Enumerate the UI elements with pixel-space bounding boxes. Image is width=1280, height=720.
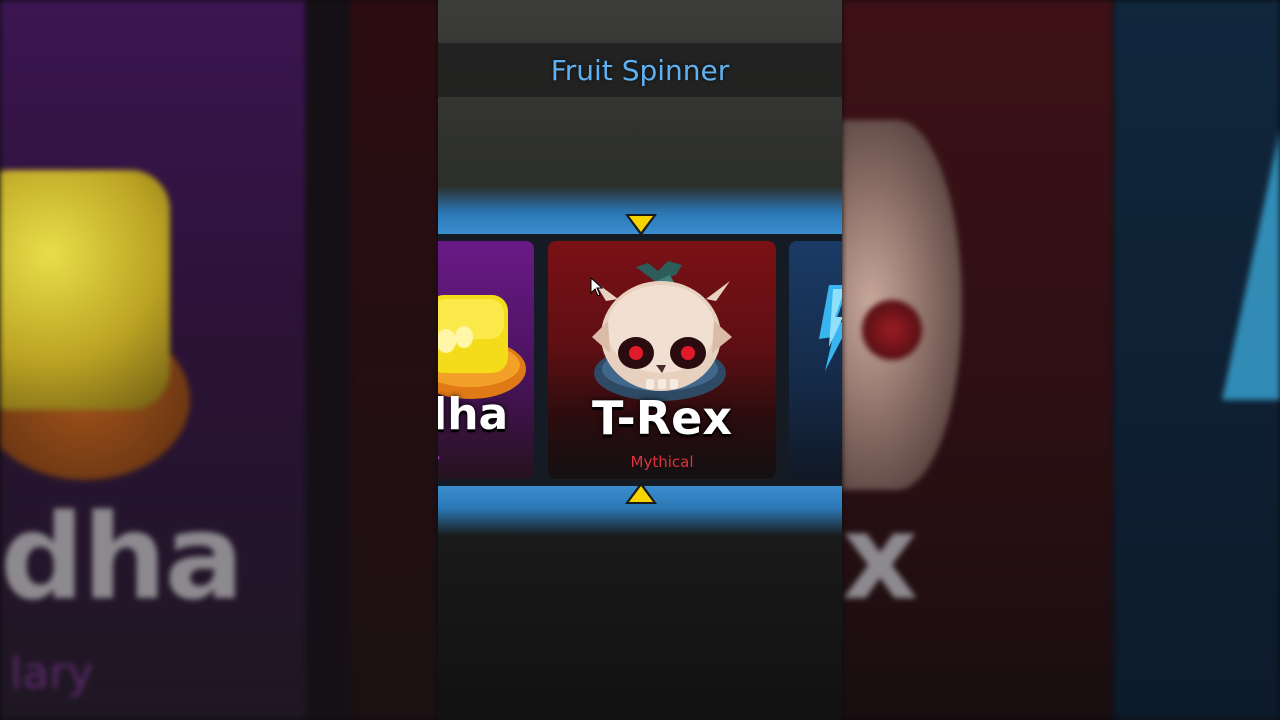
trex-fruit-icon bbox=[592, 261, 732, 401]
background-left: dha lary bbox=[0, 0, 438, 720]
bg-card-red bbox=[350, 0, 438, 720]
buddha-fruit-icon bbox=[438, 295, 526, 399]
bg-fruit-yellow bbox=[0, 170, 170, 410]
fruit-name-left: dha bbox=[438, 389, 509, 440]
title-bar: Fruit Spinner bbox=[438, 43, 842, 97]
fruit-name-selected: T-Rex bbox=[592, 391, 732, 445]
spinner-title: Fruit Spinner bbox=[550, 53, 730, 87]
bg-skull-eye bbox=[862, 300, 922, 360]
bg-fruit-name: dha bbox=[0, 488, 244, 626]
bg-fruit-rarity: lary bbox=[10, 648, 94, 699]
fruit-rarity-left: ary bbox=[438, 451, 486, 469]
bg-lightning-icon bbox=[1222, 120, 1280, 400]
fruit-card-right bbox=[789, 241, 842, 479]
lightning-fruit-icon bbox=[819, 285, 842, 371]
fruit-card-left: dha ary bbox=[438, 241, 534, 479]
fruit-rarity-selected: Mythical bbox=[630, 453, 694, 471]
spinner-panel: Fruit Spinner dha ary bbox=[438, 0, 842, 720]
bg-fruit-name-right: x bbox=[842, 488, 919, 626]
fruit-card-selected: T-Rex Mythical bbox=[548, 241, 776, 479]
pointer-top-icon bbox=[625, 214, 657, 236]
background-right: x bbox=[842, 0, 1280, 720]
pointer-bottom-icon bbox=[625, 482, 657, 504]
mouse-cursor-icon bbox=[590, 277, 604, 297]
